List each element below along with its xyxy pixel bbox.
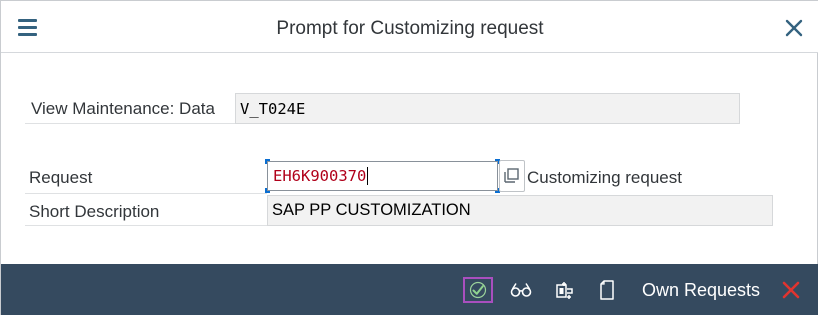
display-button[interactable] [508, 276, 534, 304]
short-description-label: Short Description [29, 202, 160, 221]
request-input[interactable]: EH6K900370 [266, 160, 499, 192]
cancel-x-icon [782, 281, 800, 299]
glasses-display-icon [510, 283, 532, 297]
document-icon [600, 280, 614, 300]
create-request-icon [556, 282, 573, 299]
view-maintenance-field: V_T024E [235, 93, 740, 124]
view-maintenance-label: View Maintenance: Data [31, 99, 215, 118]
own-requests-button[interactable]: Own Requests [639, 276, 763, 304]
cancel-button[interactable] [778, 276, 804, 304]
request-label: Request [29, 168, 93, 187]
dialog-footer-toolbar: Own Requests [1, 264, 818, 315]
short-description-field: SAP PP CUSTOMIZATION [267, 195, 773, 226]
own-requests-label: Own Requests [641, 279, 761, 300]
dialog-title: Prompt for Customizing request [276, 18, 544, 39]
create-request-button[interactable] [551, 276, 577, 304]
continue-button[interactable] [463, 277, 493, 303]
dialog-header: Prompt for Customizing request [1, 1, 818, 53]
close-icon[interactable] [783, 17, 805, 39]
value-help-button[interactable] [499, 160, 525, 192]
new-document-button[interactable] [595, 276, 619, 304]
copy-value-help-icon [504, 168, 519, 183]
request-type-text: Customizing request [527, 168, 682, 187]
customizing-request-dialog: Prompt for Customizing request View Main… [0, 0, 818, 315]
focus-corner [265, 159, 270, 164]
check-icon [469, 281, 487, 299]
text-caret [367, 167, 369, 185]
focus-corner [265, 188, 270, 193]
request-input-value: EH6K900370 [273, 167, 367, 185]
